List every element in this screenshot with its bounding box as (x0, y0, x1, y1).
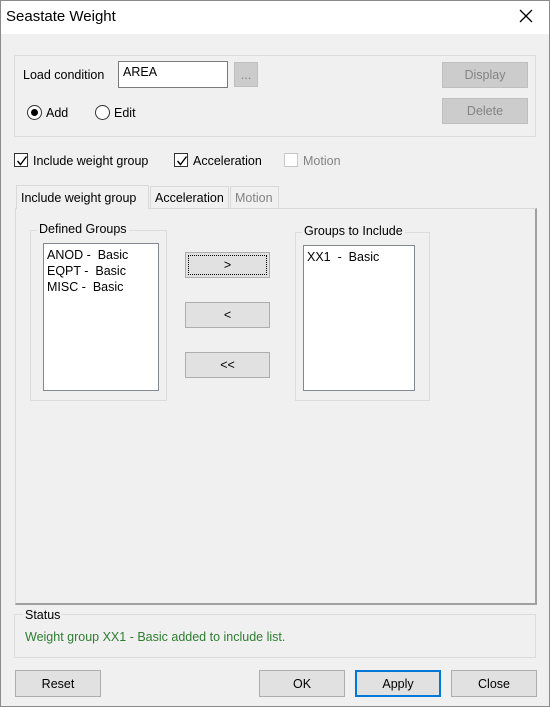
defined-groups-list[interactable]: ANOD - Basic EQPT - Basic MISC - Basic (43, 243, 159, 391)
status-message: Weight group XX1 - Basic added to includ… (25, 630, 286, 644)
tab-label: Include weight group (21, 190, 137, 205)
acceleration-label: Acceleration (193, 154, 262, 168)
apply-button[interactable]: Apply (355, 670, 441, 697)
edit-radio-label: Edit (114, 106, 136, 120)
remove-from-include-button[interactable]: < (185, 302, 270, 328)
list-item[interactable]: MISC - Basic (47, 279, 155, 295)
add-radio-label: Add (46, 106, 69, 120)
title-bar: Seastate Weight (1, 1, 549, 34)
reset-button[interactable]: Reset (15, 670, 101, 697)
close-icon[interactable] (515, 5, 537, 27)
seastate-weight-dialog: Seastate Weight Load condition AREA ... … (0, 0, 550, 707)
include-weight-group-checkbox[interactable] (14, 153, 28, 167)
motion-label: Motion (303, 154, 341, 168)
browse-button[interactable]: ... (234, 62, 258, 87)
checkmark-icon (176, 156, 188, 166)
tab-acceleration[interactable]: Acceleration (150, 186, 229, 208)
ok-button[interactable]: OK (259, 670, 345, 697)
add-radio[interactable] (27, 105, 42, 120)
display-button[interactable]: Display (442, 62, 528, 88)
delete-button[interactable]: Delete (442, 98, 528, 124)
edit-radio[interactable] (95, 105, 110, 120)
remove-all-button[interactable]: << (185, 352, 270, 378)
window-title: Seastate Weight (6, 8, 116, 25)
tab-label: Motion (235, 190, 273, 205)
status-title: Status (23, 608, 63, 622)
groups-to-include-title: Groups to Include (302, 224, 405, 238)
motion-checkbox[interactable] (284, 153, 298, 167)
add-to-include-button[interactable]: > (185, 252, 270, 278)
tab-motion[interactable]: Motion (230, 186, 279, 208)
load-condition-field[interactable]: AREA (118, 61, 228, 88)
include-weight-group-label: Include weight group (33, 154, 149, 168)
tab-label: Acceleration (155, 190, 224, 205)
groups-to-include-list[interactable]: XX1 - Basic (303, 245, 415, 391)
defined-groups-title: Defined Groups (37, 222, 129, 236)
load-condition-label: Load condition (23, 68, 105, 82)
list-item[interactable]: ANOD - Basic (47, 247, 155, 263)
list-item[interactable]: EQPT - Basic (47, 263, 155, 279)
checkmark-icon (16, 156, 28, 166)
acceleration-checkbox[interactable] (174, 153, 188, 167)
close-button[interactable]: Close (451, 670, 537, 697)
tab-include-weight-group[interactable]: Include weight group (16, 185, 149, 209)
list-item[interactable]: XX1 - Basic (307, 249, 411, 265)
